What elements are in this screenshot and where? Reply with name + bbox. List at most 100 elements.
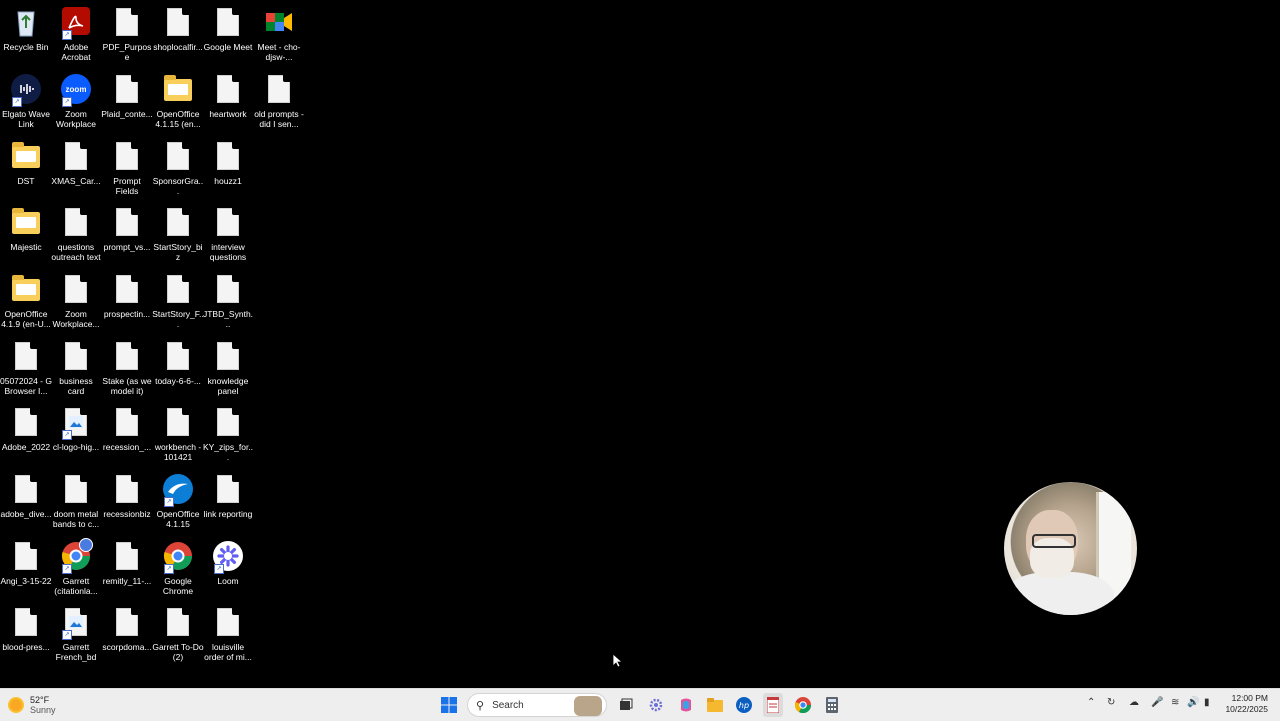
file-explorer-button[interactable] xyxy=(705,693,725,717)
desktop-icon[interactable]: zoom ↗ Zoom Workplace xyxy=(50,71,102,137)
desktop-icon[interactable]: questions outreach text xyxy=(50,204,102,270)
desktop-icon[interactable]: ↗ Loom xyxy=(202,538,254,604)
volume-icon[interactable]: 🔊 xyxy=(1187,697,1199,708)
desktop-icon[interactable]: PDF_Purpose xyxy=(101,4,153,70)
chevron-up-icon[interactable]: ⌃ xyxy=(1087,697,1095,708)
start-button[interactable] xyxy=(438,693,460,717)
adobe-acrobat-icon: ↗ xyxy=(61,6,91,40)
desktop-icon[interactable]: today-6-6-... xyxy=(152,338,204,404)
document-icon xyxy=(112,6,142,38)
desktop-icon[interactable]: ↗ Adobe Acrobat xyxy=(50,4,102,70)
wifi-icon[interactable]: ≋ xyxy=(1171,697,1179,708)
desktop-icon[interactable]: louisville order of mi... xyxy=(202,604,254,670)
weather-condition: Sunny xyxy=(30,705,56,715)
weather-widget[interactable]: 52°F Sunny xyxy=(10,693,80,717)
notepad-button[interactable] xyxy=(763,693,783,717)
sync-icon[interactable]: ↻ xyxy=(1107,697,1115,708)
desktop-icon[interactable]: heartwork xyxy=(202,71,254,137)
desktop-icon[interactable]: doom metal bands to c... xyxy=(50,471,102,537)
desktop-icon[interactable]: scorpdoma... xyxy=(101,604,153,670)
chrome-taskbar-button[interactable] xyxy=(793,693,813,717)
copilot-button[interactable] xyxy=(676,693,696,717)
desktop-icon[interactable]: Angi_3-15-22 xyxy=(0,538,52,604)
settings-button[interactable] xyxy=(646,693,666,717)
desktop-icon[interactable]: OpenOffice 4.1.15 (en... xyxy=(152,71,204,137)
desktop-icon-label: StartStory_F... xyxy=(152,309,204,329)
desktop-icon[interactable]: old prompts - did I sen... xyxy=(253,71,305,137)
desktop-icon-label: DST xyxy=(17,176,35,186)
desktop-icon[interactable]: ↗ Elgato Wave Link xyxy=(0,71,52,137)
system-clock[interactable]: 12:00 PM 10/22/2025 xyxy=(1225,693,1268,715)
calculator-button[interactable] xyxy=(822,693,842,717)
document-icon xyxy=(11,473,41,505)
file-explorer-icon xyxy=(707,698,723,712)
desktop-icon[interactable]: prospectin... xyxy=(101,271,153,337)
desktop-icon[interactable]: Majestic xyxy=(0,204,52,270)
desktop-icon[interactable]: Zoom Workplace... xyxy=(50,271,102,337)
desktop-icon[interactable]: Recycle Bin xyxy=(0,4,52,70)
webcam-person-glasses xyxy=(1032,534,1076,548)
document-icon xyxy=(61,273,91,305)
desktop-icon[interactable]: ↗ cl-logo-hig... xyxy=(50,404,102,470)
desktop-icon[interactable]: blood-pres... xyxy=(0,604,52,670)
desktop-icon-label: Google Meet xyxy=(203,42,253,52)
desktop-icon[interactable]: workbench - 101421 xyxy=(152,404,204,470)
desktop-icon[interactable]: Meet - cho-djsw-... xyxy=(253,4,305,70)
desktop-icon-label: JTBD_Synth... xyxy=(202,309,254,329)
widget-otter-icon[interactable] xyxy=(574,696,602,716)
desktop-icon[interactable]: knowledge panel xyxy=(202,338,254,404)
search-box[interactable]: ⚲ Search xyxy=(467,693,607,717)
desktop: Recycle Bin ↗ Adobe Acrobat PDF_Purpose shop… xyxy=(0,0,1280,688)
desktop-icon[interactable]: ↗ Google Chrome xyxy=(152,538,204,604)
desktop-icon[interactable]: XMAS_Car... xyxy=(50,138,102,204)
document-icon xyxy=(213,406,243,438)
desktop-icon-label: interview questions xyxy=(209,242,247,262)
battery-icon[interactable]: ▮ xyxy=(1204,697,1210,708)
desktop-icon-label: Recycle Bin xyxy=(3,42,49,52)
desktop-icon[interactable]: Garrett To-Do (2) xyxy=(152,604,204,670)
desktop-icon[interactable]: SponsorGra... xyxy=(152,138,204,204)
desktop-icon[interactable]: prompt_vs... xyxy=(101,204,153,270)
desktop-icon[interactable]: link reporting xyxy=(202,471,254,537)
microphone-icon[interactable]: 🎤 xyxy=(1151,697,1163,708)
desktop-icon[interactable]: Stake (as we model it) xyxy=(101,338,153,404)
desktop-icon-label: recession_... xyxy=(102,442,152,452)
desktop-icon[interactable]: adobe_dive... xyxy=(0,471,52,537)
desktop-icon[interactable]: houzz1 xyxy=(202,138,254,204)
desktop-icon[interactable]: StartStory_biz xyxy=(152,204,204,270)
document-icon xyxy=(163,406,193,438)
desktop-icon[interactable]: recession_... xyxy=(101,404,153,470)
desktop-icon-label: Prompt Fields xyxy=(113,176,141,196)
desktop-icon[interactable]: KY_zips_for... xyxy=(202,404,254,470)
task-view-button[interactable] xyxy=(616,693,636,717)
desktop-icon[interactable]: DST xyxy=(0,138,52,204)
search-icon: ⚲ xyxy=(476,699,485,712)
desktop-icon[interactable]: ↗ Garrett French_bd xyxy=(50,604,102,670)
desktop-icon[interactable]: Adobe_2022 xyxy=(0,404,52,470)
document-icon xyxy=(11,406,41,438)
desktop-icon[interactable]: Prompt Fields xyxy=(101,138,153,204)
desktop-icon[interactable]: Plaid_conte... xyxy=(101,71,153,137)
desktop-icon[interactable]: interview questions xyxy=(202,204,254,270)
taskbar: 52°F Sunny ⚲ Search hp ⌃ ↻ ☁ 🎤 ≋ 🔊 ▮ 12:… xyxy=(0,688,1280,721)
desktop-icon[interactable]: 05072024 - G Browser I... xyxy=(0,338,52,404)
document-icon xyxy=(264,73,294,105)
desktop-icon[interactable]: OpenOffice 4.1.9 (en-U... xyxy=(0,271,52,337)
hp-button[interactable]: hp xyxy=(734,693,754,717)
desktop-icon[interactable]: remitly_11-... xyxy=(101,538,153,604)
desktop-icon[interactable]: business card xyxy=(50,338,102,404)
desktop-icon-label: recessionbiz xyxy=(103,509,151,519)
clock-time: 12:00 PM xyxy=(1231,693,1268,703)
desktop-icon[interactable]: shoplocalfir... xyxy=(152,4,204,70)
desktop-icon[interactable]: JTBD_Synth... xyxy=(202,271,254,337)
desktop-icon[interactable]: ↗ Garrett (citationla... xyxy=(50,538,102,604)
desktop-icon-label: Garrett French_bd xyxy=(55,642,97,662)
desktop-icon[interactable]: StartStory_F... xyxy=(152,271,204,337)
folder-icon xyxy=(11,140,41,172)
desktop-icon[interactable]: recessionbiz xyxy=(101,471,153,537)
desktop-icon-label: cl-logo-hig... xyxy=(52,442,100,452)
desktop-icon[interactable]: Google Meet xyxy=(202,4,254,70)
desktop-icon-label: today-6-6-... xyxy=(155,376,201,386)
cloud-offline-icon[interactable]: ☁ xyxy=(1129,697,1139,708)
desktop-icon[interactable]: ↗ OpenOffice 4.1.15 xyxy=(152,471,204,537)
